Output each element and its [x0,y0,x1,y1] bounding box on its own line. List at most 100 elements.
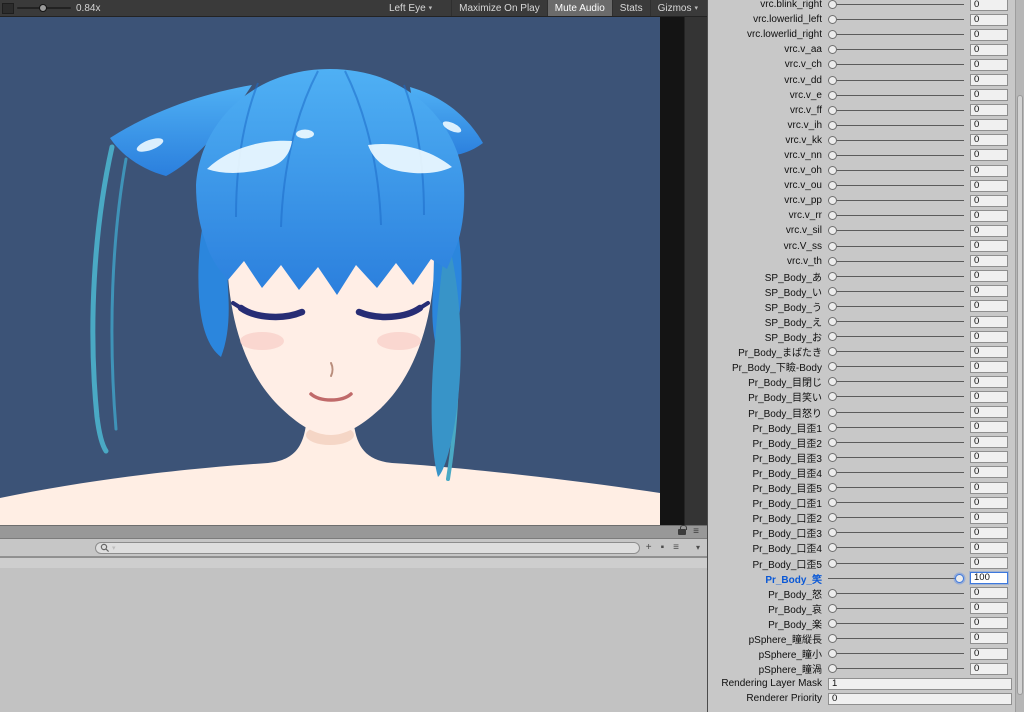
blendshape-value-field[interactable]: 0 [970,164,1008,177]
blendshape-value-field[interactable]: 0 [970,0,1008,11]
lock-icon[interactable] [678,525,687,535]
slider-knob[interactable] [828,452,837,462]
blendshape-value-field[interactable]: 0 [970,134,1008,147]
add-icon[interactable]: + [646,541,652,555]
blendshape-value-field[interactable]: 0 [970,541,1008,554]
display-target-dropdown[interactable]: Left Eye ▾ [382,0,439,16]
blendshape-slider[interactable] [828,241,964,252]
blendshape-slider[interactable] [828,422,964,433]
blendshape-slider[interactable] [828,663,964,674]
blendshape-slider[interactable] [828,482,964,493]
slider-knob[interactable] [828,90,837,100]
blendshape-slider[interactable] [828,558,964,569]
blendshape-slider[interactable] [828,391,964,402]
blendshape-value-field[interactable]: 0 [970,451,1008,464]
slider-knob[interactable] [828,664,837,674]
search-input[interactable]: ▾ [95,542,640,554]
blendshape-value-field[interactable]: 0 [970,255,1008,268]
blendshape-slider[interactable] [828,256,964,267]
blendshape-slider[interactable] [828,376,964,387]
blendshape-slider[interactable] [828,301,964,312]
slider-knob[interactable] [828,181,837,191]
search-filter-caret-icon[interactable]: ▾ [112,545,116,552]
blendshape-slider[interactable] [828,452,964,463]
blendshape-value-field[interactable]: 0 [970,285,1008,298]
slider-knob[interactable] [828,377,837,387]
slider-knob[interactable] [828,196,837,206]
blendshape-slider[interactable] [828,497,964,508]
blendshape-slider[interactable] [828,316,964,327]
panel-dropdown-icon[interactable]: ▾ [696,543,700,552]
blendshape-value-field[interactable]: 0 [970,466,1008,479]
slider-knob[interactable] [828,0,837,10]
blendshape-value-field[interactable]: 0 [970,557,1008,570]
slider-knob[interactable] [828,513,837,523]
blendshape-value-field[interactable]: 0 [970,300,1008,313]
blendshape-value-field[interactable]: 0 [970,315,1008,328]
blendshape-value-field[interactable]: 0 [970,74,1008,87]
property-value-field[interactable]: 1 [828,677,1012,690]
slider-knob[interactable] [828,60,837,70]
blendshape-slider[interactable] [828,120,964,131]
slider-knob[interactable] [828,603,837,613]
blendshape-slider[interactable] [828,90,964,101]
blendshape-value-field[interactable]: 0 [970,330,1008,343]
slider-knob[interactable] [828,256,837,266]
slider-knob[interactable] [828,588,837,598]
blendshape-value-field[interactable]: 0 [970,240,1008,253]
slider-knob[interactable] [955,573,964,583]
slider-knob[interactable] [828,483,837,493]
blendshape-slider[interactable] [828,467,964,478]
blendshape-slider[interactable] [828,286,964,297]
slider-knob[interactable] [828,150,837,160]
blendshape-value-field[interactable]: 0 [970,13,1008,26]
slider-knob[interactable] [828,317,837,327]
slider-knob[interactable] [828,422,837,432]
blendshape-value-field[interactable]: 0 [970,224,1008,237]
blendshape-value-field[interactable]: 0 [970,194,1008,207]
blendshape-slider[interactable] [828,44,964,55]
blendshape-value-field[interactable]: 0 [970,617,1008,630]
slider-knob[interactable] [828,75,837,85]
inspector-scrollbar[interactable] [1015,0,1024,712]
slider-knob[interactable] [828,15,837,25]
slider-knob[interactable] [828,347,837,357]
blendshape-value-field[interactable]: 0 [970,209,1008,222]
blendshape-value-field[interactable]: 0 [970,511,1008,524]
blendshape-value-field[interactable]: 0 [970,587,1008,600]
blendshape-value-field[interactable]: 0 [970,375,1008,388]
maximize-on-play-button[interactable]: Maximize On Play [451,0,547,16]
slider-knob[interactable] [828,211,837,221]
slider-knob[interactable] [828,301,837,311]
slider-knob[interactable] [828,392,837,402]
blendshape-value-field[interactable]: 0 [970,28,1008,41]
blendshape-value-field[interactable]: 0 [970,662,1008,675]
blendshape-slider[interactable] [828,407,964,418]
blendshape-slider[interactable] [828,180,964,191]
toolbar-handle[interactable] [2,2,14,14]
mute-audio-button[interactable]: Mute Audio [546,0,612,16]
scrollbar-thumb[interactable] [1017,95,1023,695]
blendshape-slider[interactable] [828,195,964,206]
blendshape-slider[interactable] [828,648,964,659]
blendshape-slider[interactable] [828,331,964,342]
blendshape-value-field[interactable]: 0 [970,179,1008,192]
zoom-slider-thumb[interactable] [39,4,47,12]
slider-knob[interactable] [828,241,837,251]
slider-knob[interactable] [828,618,837,628]
slider-knob[interactable] [828,558,837,568]
blendshape-value-field[interactable]: 0 [970,647,1008,660]
blendshape-slider[interactable] [828,542,964,553]
blendshape-value-field[interactable]: 0 [970,406,1008,419]
blendshape-slider[interactable] [828,75,964,86]
blendshape-slider[interactable] [828,105,964,116]
blendshape-slider[interactable] [828,512,964,523]
blendshape-value-field[interactable]: 0 [970,526,1008,539]
blendshape-slider[interactable] [828,150,964,161]
slider-knob[interactable] [828,226,837,236]
blendshape-slider[interactable] [828,14,964,25]
blendshape-value-field[interactable]: 0 [970,360,1008,373]
blendshape-value-field[interactable]: 0 [970,149,1008,162]
slider-knob[interactable] [828,30,837,40]
block-icon[interactable]: ▪ [661,541,665,555]
